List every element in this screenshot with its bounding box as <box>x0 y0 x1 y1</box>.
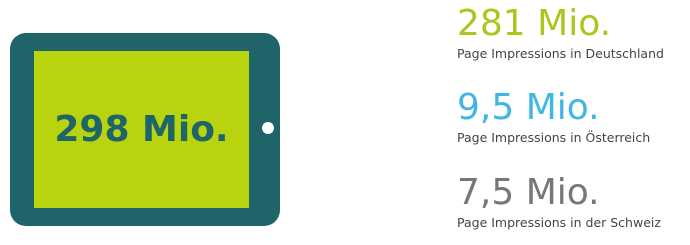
tablet-graphic: 298 Mio. <box>10 33 280 226</box>
stat-label-germany: Page Impressions in Deutschland <box>457 46 664 61</box>
stat-switzerland: 7,5 Mio. Page Impressions in der Schweiz <box>457 173 661 231</box>
total-impressions: 298 Mio. <box>54 109 229 150</box>
tablet-home-button <box>262 122 274 134</box>
stat-label-switzerland: Page Impressions in der Schweiz <box>457 215 661 230</box>
stat-value-germany: 281 Mio. <box>457 3 612 44</box>
stat-germany: 281 Mio. Page Impressions in Deutschland <box>457 4 664 62</box>
tablet-screen: 298 Mio. <box>34 51 249 208</box>
stat-label-austria: Page Impressions in Österreich <box>457 130 651 145</box>
stat-value-austria: 9,5 Mio. <box>457 87 600 128</box>
stat-value-switzerland: 7,5 Mio. <box>457 172 600 213</box>
stat-austria: 9,5 Mio. Page Impressions in Österreich <box>457 88 650 146</box>
